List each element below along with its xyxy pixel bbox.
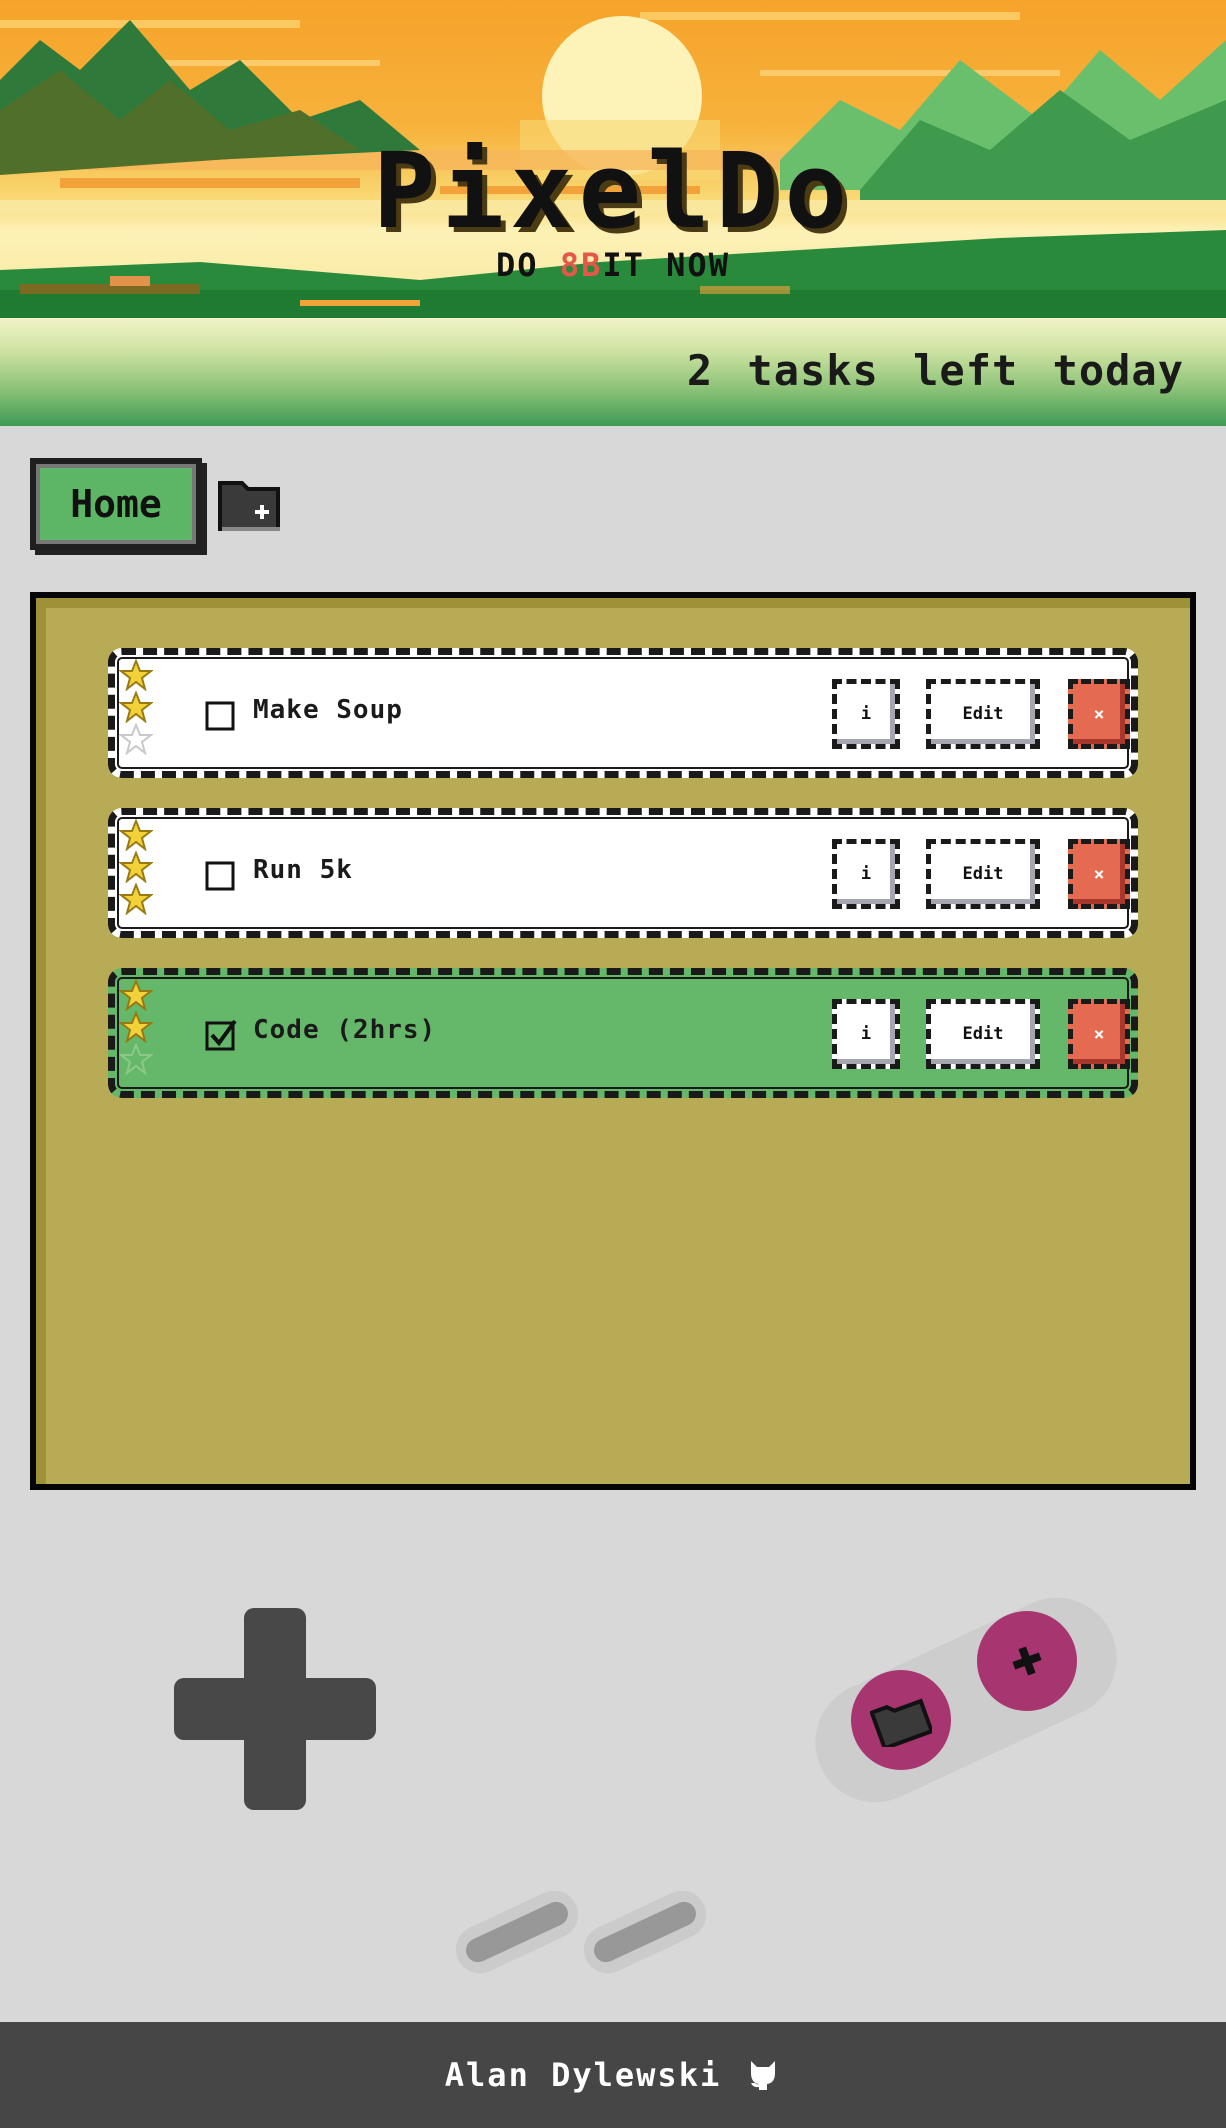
star-filled-icon <box>119 883 153 915</box>
priority-stars[interactable] <box>119 659 155 769</box>
open-folder-button[interactable] <box>851 1670 951 1770</box>
priority-stars[interactable] <box>119 819 155 929</box>
star-filled-icon <box>119 659 153 691</box>
select-button-wrap <box>447 1882 587 1982</box>
add-task-button[interactable] <box>977 1611 1077 1711</box>
task-name: Code (2hrs) <box>253 1015 437 1045</box>
star-filled-icon <box>119 1011 153 1043</box>
task-row[interactable]: Run 5k i Edit × <box>108 808 1138 938</box>
github-icon[interactable] <box>745 2057 781 2093</box>
start-button[interactable] <box>590 1897 700 1967</box>
start-button-wrap <box>575 1882 715 1982</box>
task-name: Make Soup <box>253 695 403 725</box>
tasks-left-count: 2 tasks left today <box>686 346 1184 395</box>
delete-button[interactable]: × <box>1068 839 1130 909</box>
ab-button-pad <box>795 1578 1137 1822</box>
info-button[interactable]: i <box>832 999 900 1069</box>
task-list-screen: Make Soup i Edit × Run 5k i Edit × Code (2hrs) i E… <box>30 592 1196 1490</box>
priority-stars[interactable] <box>119 979 155 1089</box>
star-empty-icon <box>119 723 153 755</box>
star-filled-icon <box>119 851 153 883</box>
subtitle-accent: 8B <box>559 246 603 284</box>
star-filled-icon <box>119 691 153 723</box>
subtitle-prefix: DO <box>496 246 560 284</box>
app-subtitle: DO 8BIT NOW <box>0 246 1226 284</box>
dpad-horizontal <box>174 1678 376 1740</box>
star-filled-icon <box>119 979 153 1011</box>
tab-home[interactable]: Home <box>30 458 202 550</box>
footer: Alan Dylewski <box>0 2022 1226 2128</box>
task-row[interactable]: Code (2hrs) i Edit × <box>108 968 1138 1098</box>
checkbox-checked[interactable] <box>205 1019 237 1051</box>
plus-icon <box>1012 1646 1042 1676</box>
info-button[interactable]: i <box>832 679 900 749</box>
subtitle-suffix: IT NOW <box>602 246 730 284</box>
folder-icon <box>870 1698 932 1747</box>
info-button[interactable]: i <box>832 839 900 909</box>
task-name: Run 5k <box>253 855 353 885</box>
delete-button[interactable]: × <box>1068 999 1130 1069</box>
delete-button[interactable]: × <box>1068 679 1130 749</box>
app-title: PixelDo <box>372 130 854 252</box>
dpad-icon[interactable] <box>174 1608 376 1810</box>
star-filled-icon <box>119 819 153 851</box>
edit-button[interactable]: Edit <box>926 839 1040 909</box>
status-bar: 2 tasks left today <box>0 318 1226 426</box>
header-banner: PixelDo DO 8BIT NOW <box>0 0 1226 320</box>
folder-tabs: Home <box>30 458 282 550</box>
checkbox[interactable] <box>205 699 237 731</box>
edit-button[interactable]: Edit <box>926 999 1040 1069</box>
select-button[interactable] <box>462 1897 572 1967</box>
star-empty-icon <box>119 1043 153 1075</box>
folder-plus-icon[interactable] <box>216 471 282 537</box>
task-row[interactable]: Make Soup i Edit × <box>108 648 1138 778</box>
edit-button[interactable]: Edit <box>926 679 1040 749</box>
checkbox[interactable] <box>205 859 237 891</box>
author-name[interactable]: Alan Dylewski <box>445 2056 721 2094</box>
